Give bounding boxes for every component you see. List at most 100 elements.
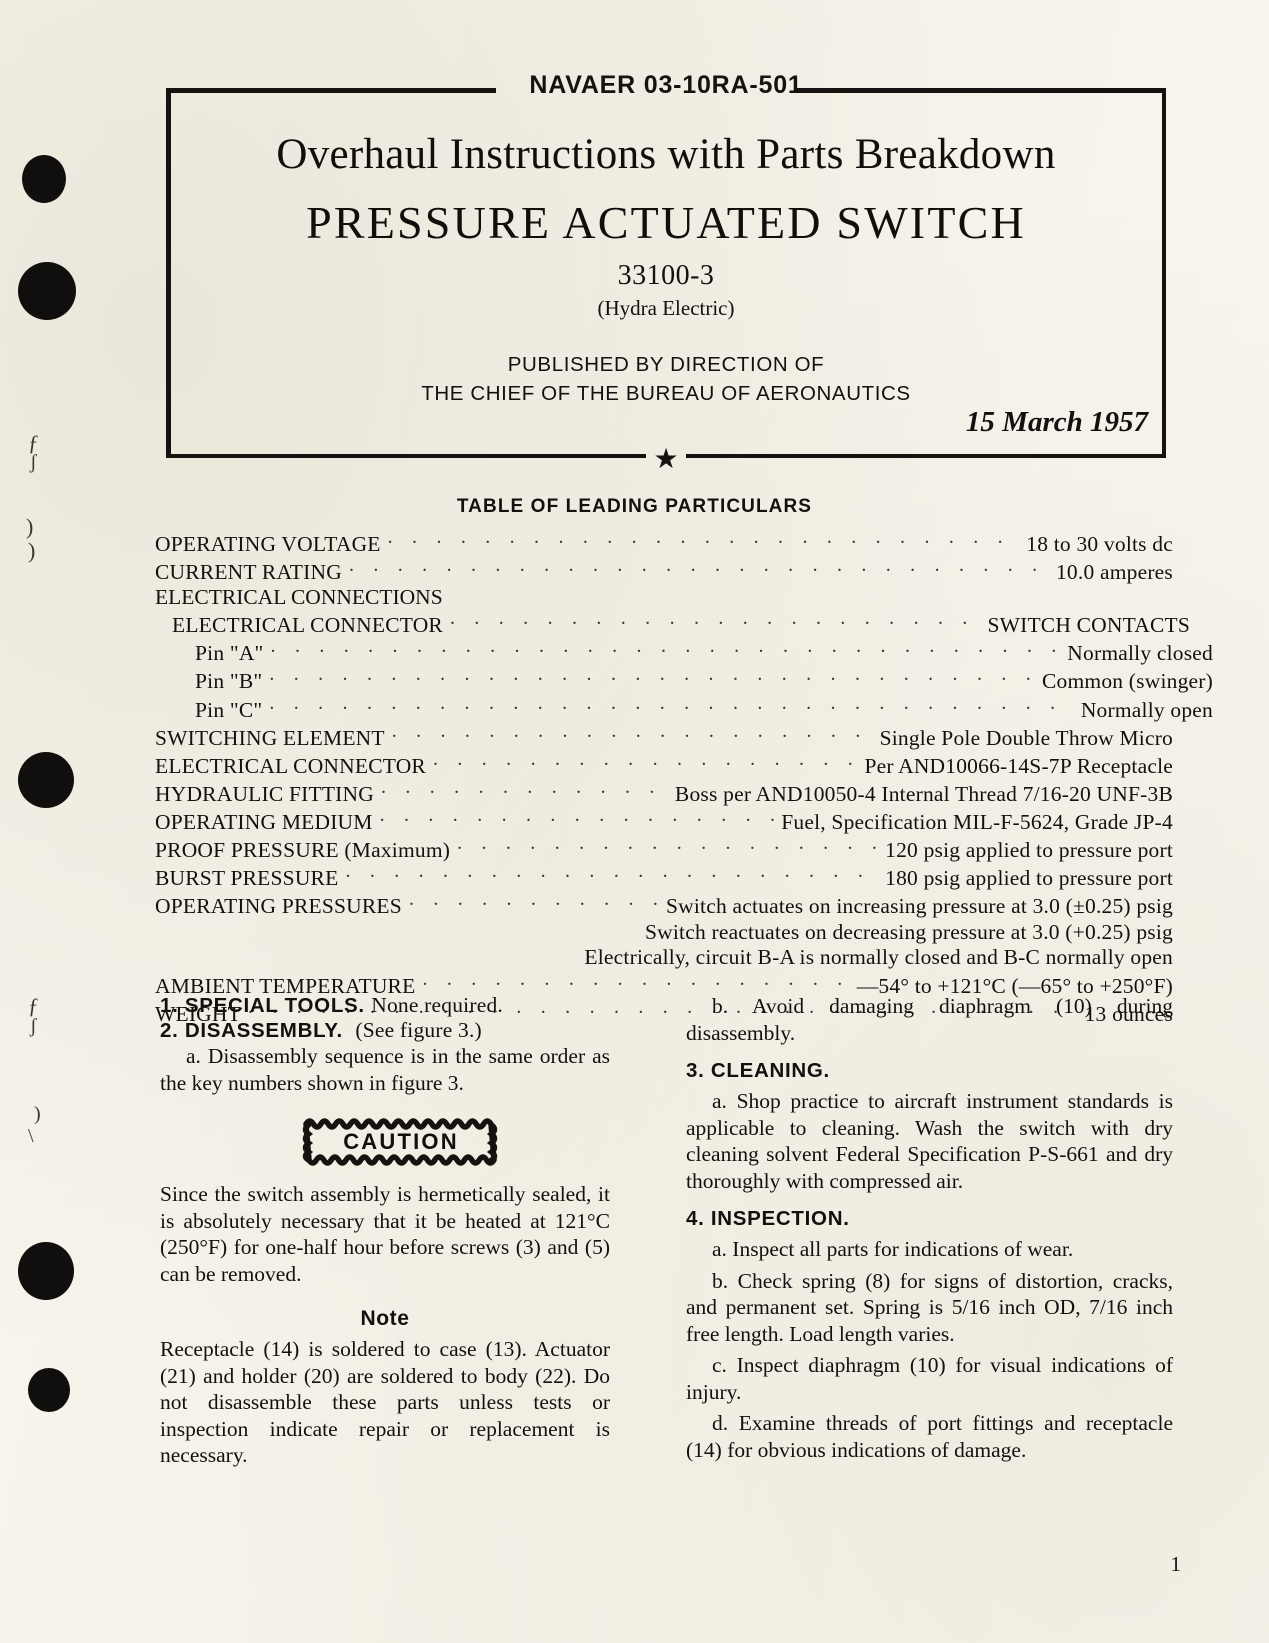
disassembly-item-b: b. Avoid damaging diaphragm (10) during … bbox=[686, 994, 1173, 1045]
table-row-value: 120 psig applied to pressure port bbox=[885, 838, 1173, 863]
inspection-item-b: b. Check spring (8) for signs of distort… bbox=[686, 1268, 1173, 1346]
dot-leader bbox=[392, 723, 873, 745]
punch-hole bbox=[22, 155, 66, 203]
table-row-value: Per AND10066-14S-7P Receptacle bbox=[864, 753, 1173, 778]
table-row-label: Pin "C" bbox=[195, 697, 263, 722]
section-special-tools: 1. SPECIAL TOOLS. None required. bbox=[160, 993, 610, 1018]
special-tools-text: None required. bbox=[371, 993, 503, 1017]
right-column: b. Avoid damaging diaphragm (10) during … bbox=[686, 993, 1173, 1463]
dot-leader bbox=[380, 807, 775, 829]
section-inspection: 4. INSPECTION. bbox=[686, 1207, 1173, 1231]
section-disassembly: 2. DISASSEMBLY. (See figure 3.) bbox=[160, 1018, 610, 1043]
dot-leader bbox=[409, 892, 659, 914]
publisher-line-1: PUBLISHED BY DIRECTION OF bbox=[507, 353, 825, 376]
inspection-item-c: c. Inspect diaphragm (10) for visual ind… bbox=[686, 1353, 1173, 1404]
table-row-label: ELECTRICAL CONNECTOR bbox=[172, 613, 443, 638]
section-number: 4. bbox=[686, 1207, 705, 1230]
section-number: 3. bbox=[686, 1059, 705, 1082]
dot-leader bbox=[381, 779, 668, 801]
table-heading: TABLE OF LEADING PARTICULARS bbox=[456, 496, 813, 517]
table-row: ELECTRICAL CONNECTOR Per AND10066-14S-7P … bbox=[155, 751, 1173, 779]
margin-mark: ʃ bbox=[30, 451, 37, 473]
manufacturer: (Hydra Electric) bbox=[597, 296, 735, 320]
table-row-value: Common (swinger) bbox=[1041, 669, 1213, 694]
table-row: BURST PRESSURE 180 psig applied to pressu… bbox=[155, 864, 1173, 892]
table-row: OPERATING PRESSURES Switch actuates on in… bbox=[155, 892, 1173, 920]
left-column: 1. SPECIAL TOOLS. None required. 2. DISA… bbox=[160, 993, 610, 1469]
table-row: CURRENT RATING 10.0 amperes bbox=[155, 557, 1173, 585]
table-continuation-line: Switch reactuates on decreasing pressure… bbox=[644, 919, 1173, 944]
table-row: OPERATING VOLTAGE 18 to 30 volts dc bbox=[155, 529, 1173, 557]
dot-leader bbox=[388, 529, 1020, 551]
dot-leader bbox=[450, 611, 980, 633]
table-row: Pin "B" Common (swinger) bbox=[155, 667, 1213, 695]
table-row-label: SWITCHING ELEMENT bbox=[155, 725, 385, 750]
section-number: 2. bbox=[160, 1019, 179, 1042]
table-row-value: Boss per AND10050-4 Internal Thread 7/16… bbox=[674, 781, 1173, 806]
table-row-label: Pin "B" bbox=[195, 669, 263, 694]
table-row-label: OPERATING PRESSURES bbox=[155, 894, 402, 919]
section-title: CLEANING. bbox=[710, 1059, 830, 1082]
star-icon: ★ bbox=[653, 444, 679, 475]
note-text: Receptacle (14) is soldered to case (13)… bbox=[160, 1337, 610, 1467]
section-number: 1. bbox=[160, 994, 179, 1017]
dot-leader bbox=[422, 971, 849, 993]
table-row-label: Pin "A" bbox=[195, 641, 264, 666]
page-number: 1 bbox=[1170, 1552, 1182, 1576]
table-row-value: Normally open bbox=[1080, 697, 1213, 722]
table-row-label: PROOF PRESSURE (Maximum) bbox=[155, 838, 451, 863]
section-cleaning: 3. CLEANING. bbox=[686, 1059, 1173, 1083]
inspection-item-d: d. Examine threads of port fittings and … bbox=[686, 1411, 1173, 1462]
table-row-value: SWITCH CONTACTS bbox=[987, 613, 1190, 638]
table-row: OPERATING MEDIUM Fuel, Specification MIL-… bbox=[155, 807, 1173, 835]
table-row: SWITCHING ELEMENT Single Pole Double Thro… bbox=[155, 723, 1173, 751]
table-row-value: Normally closed bbox=[1067, 641, 1213, 666]
table-row: Pin "C" Normally open bbox=[155, 695, 1213, 723]
table-row-label: BURST PRESSURE bbox=[155, 866, 339, 891]
table-row: ELECTRICAL CONNECTOR SWITCH CONTACTS bbox=[155, 611, 1190, 639]
table-row-value: 180 psig applied to pressure port bbox=[885, 866, 1173, 891]
table-row: PROOF PRESSURE (Maximum) 120 psig applied… bbox=[155, 836, 1173, 864]
table-row: HYDRAULIC FITTING Boss per AND10050-4 Int… bbox=[155, 779, 1173, 807]
dot-leader bbox=[269, 667, 1035, 689]
table-row-value: Single Pole Double Throw Micro bbox=[879, 725, 1173, 750]
dot-leader bbox=[269, 695, 1073, 717]
disassembly-figure-ref: (See figure 3.) bbox=[355, 1018, 482, 1042]
section-title: INSPECTION. bbox=[710, 1207, 850, 1230]
table-row-value: Switch actuates on increasing pressure a… bbox=[665, 894, 1173, 919]
part-number: 33100-3 bbox=[617, 260, 715, 291]
document-page: ƒ ʃ ) ) ƒ ʃ ) \ NAVAER 03-10RA-501 Overh… bbox=[0, 0, 1269, 1643]
dot-leader bbox=[345, 864, 878, 886]
caution-text: Since the switch assembly is hermeticall… bbox=[160, 1182, 610, 1286]
dot-leader bbox=[271, 639, 1061, 661]
section-title: SPECIAL TOOLS. bbox=[184, 994, 365, 1017]
table-row-label: OPERATING MEDIUM bbox=[155, 809, 373, 834]
table-row-label: ELECTRICAL CONNECTOR bbox=[155, 753, 426, 778]
caution-box: CAUTION bbox=[302, 1116, 498, 1168]
note-label: Note bbox=[360, 1307, 410, 1330]
publication-date: 15 March 1957 bbox=[965, 406, 1148, 438]
table-continuation-line: Electrically, circuit B-A is normally cl… bbox=[584, 945, 1173, 970]
product-title: PRESSURE ACTUATED SWITCH bbox=[306, 197, 1026, 248]
leading-particulars-table: OPERATING VOLTAGE18 to 30 volts dcCURREN… bbox=[155, 529, 1213, 1027]
table-row-value: 18 to 30 volts dc bbox=[1026, 531, 1173, 556]
body-columns: 1. SPECIAL TOOLS. None required. 2. DISA… bbox=[0, 993, 1269, 1513]
table-row-label: OPERATING VOLTAGE bbox=[155, 531, 381, 556]
table-row-value: Fuel, Specification MIL-F-5624, Grade JP… bbox=[781, 809, 1173, 834]
dot-leader bbox=[457, 836, 878, 858]
publisher-block: PUBLISHED BY DIRECTION OF THE CHIEF OF T… bbox=[166, 350, 1166, 408]
title-block: NAVAER 03-10RA-501 Overhaul Instructions… bbox=[166, 71, 1166, 474]
cleaning-item-a: a. Shop practice to aircraft instrument … bbox=[686, 1089, 1173, 1193]
table-row-value: 10.0 amperes bbox=[1055, 559, 1173, 584]
section-title: DISASSEMBLY. bbox=[184, 1019, 343, 1042]
margin-mark: ) bbox=[26, 514, 34, 539]
document-number: NAVAER 03-10RA-501 bbox=[529, 71, 803, 99]
margin-mark: ) bbox=[28, 538, 36, 563]
dot-leader bbox=[433, 751, 857, 773]
caution-label: CAUTION bbox=[343, 1129, 459, 1154]
punch-hole bbox=[18, 752, 74, 808]
table-row-label: CURRENT RATING bbox=[155, 559, 342, 584]
inspection-item-a: a. Inspect all parts for indications of … bbox=[712, 1237, 1074, 1261]
table-row-label: ELECTRICAL CONNECTIONS bbox=[155, 585, 443, 610]
table-row: ELECTRICAL CONNECTIONS bbox=[155, 585, 1173, 611]
